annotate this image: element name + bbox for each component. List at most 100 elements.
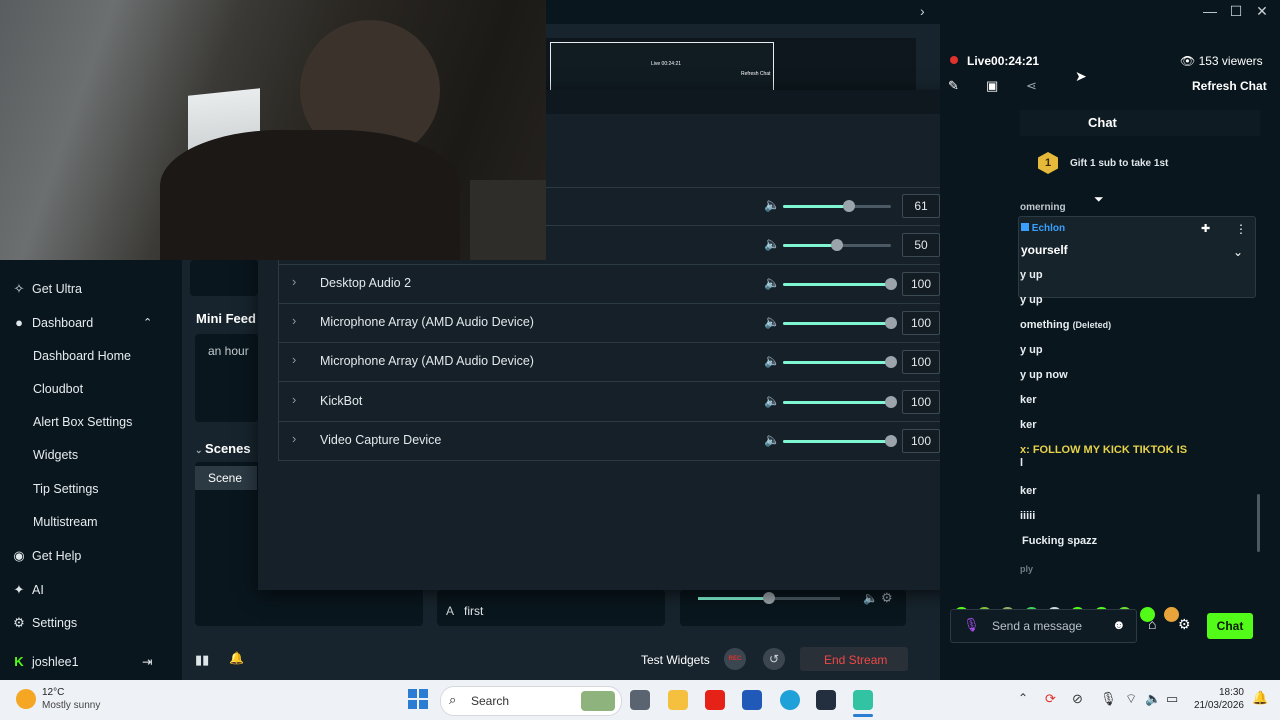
- scroll-down-icon[interactable]: ⏷: [1094, 192, 1104, 207]
- volume-knob[interactable]: [885, 395, 897, 408]
- tray-chevron-icon[interactable]: ⌃: [1018, 691, 1028, 705]
- expand-chevron-icon[interactable]: ›: [292, 274, 296, 289]
- speaker-icon[interactable]: 🔈: [764, 197, 780, 213]
- sidebar-item-settings[interactable]: ⚙ Settings: [12, 615, 77, 631]
- volume-slider[interactable]: [783, 395, 897, 408]
- youtube-icon[interactable]: [705, 690, 725, 710]
- notification-bell-icon[interactable]: 🔔: [1252, 690, 1268, 706]
- taskbar-search[interactable]: ⌕ Search: [440, 686, 622, 716]
- volume-knob[interactable]: [831, 239, 843, 252]
- bell-icon[interactable]: 🔔: [229, 651, 244, 665]
- emote-icon[interactable]: [1164, 607, 1179, 622]
- microphone-icon[interactable]: 🎙: [963, 617, 980, 633]
- volume-slider[interactable]: [783, 278, 897, 291]
- volume-icon[interactable]: 🔈: [1145, 691, 1161, 707]
- volume-value[interactable]: 100: [902, 350, 940, 375]
- end-stream-button[interactable]: End Stream: [800, 647, 908, 671]
- logout-icon[interactable]: ⇥: [142, 654, 152, 669]
- file-explorer-icon[interactable]: [668, 690, 688, 710]
- sidebar-item-alert-box-settings[interactable]: Alert Box Settings: [33, 415, 132, 429]
- weather-temp[interactable]: 12°C: [42, 687, 64, 698]
- bottom-mixer-knob[interactable]: [763, 592, 775, 604]
- sidebar-item-widgets[interactable]: Widgets: [33, 448, 78, 462]
- expand-chevron-icon[interactable]: ›: [292, 392, 296, 407]
- volume-knob[interactable]: [885, 356, 897, 369]
- volume-slider[interactable]: [783, 317, 897, 330]
- replay-icon[interactable]: ↺: [763, 648, 785, 670]
- chat-input-box[interactable]: 🎙 Send a message ☻: [950, 609, 1137, 643]
- speaker-icon[interactable]: 🔈: [764, 353, 780, 369]
- clock-time[interactable]: 18:30: [1210, 687, 1244, 698]
- test-widgets-button[interactable]: Test Widgets: [641, 653, 710, 667]
- weather-sun-icon[interactable]: [16, 689, 36, 709]
- speaker-icon[interactable]: 🔈: [764, 236, 780, 252]
- store-app-icon[interactable]: [742, 690, 762, 710]
- volume-slider[interactable]: [783, 200, 891, 212]
- caret-down-icon[interactable]: ⌄: [195, 445, 205, 455]
- emoji-icon[interactable]: ☻: [1112, 617, 1126, 632]
- weather-desc[interactable]: Mostly sunny: [42, 700, 100, 711]
- pin-icon[interactable]: ✚: [1201, 222, 1210, 235]
- tray-network-off-icon[interactable]: ⊘: [1072, 691, 1083, 707]
- expand-chevron-icon[interactable]: ›: [292, 313, 296, 328]
- volume-knob[interactable]: [842, 200, 855, 212]
- chat-scrollbar[interactable]: [1257, 494, 1260, 552]
- chat-settings-icon[interactable]: ⚙: [1178, 616, 1191, 633]
- chat-input-placeholder[interactable]: Send a message: [992, 619, 1082, 633]
- chevron-up-icon[interactable]: ⌃: [143, 316, 152, 329]
- volume-knob[interactable]: [885, 317, 897, 330]
- speaker-icon[interactable]: 🔈: [764, 314, 780, 330]
- expand-chevron-icon[interactable]: ›: [292, 431, 296, 446]
- tray-app-icon[interactable]: ⟳: [1045, 691, 1056, 707]
- edit-icon[interactable]: ✎: [948, 78, 959, 94]
- share-icon[interactable]: ⋖: [1026, 78, 1037, 94]
- store-icon[interactable]: ⌂: [1148, 616, 1156, 632]
- sidebar-item-cloudbot[interactable]: Cloudbot: [33, 382, 83, 396]
- volume-knob[interactable]: [885, 278, 897, 291]
- close-icon[interactable]: ✕: [1250, 3, 1274, 20]
- speaker-icon[interactable]: 🔈: [764, 432, 780, 448]
- sidebar-item-dashboard[interactable]: ● Dashboard ⌃: [12, 315, 162, 330]
- volume-value[interactable]: 61: [902, 194, 940, 218]
- bottom-mixer-slider[interactable]: [698, 592, 840, 604]
- user-profile[interactable]: Kjoshlee1 ⇥: [12, 654, 168, 669]
- streamlabs-icon[interactable]: [853, 690, 873, 710]
- maximize-icon[interactable]: ☐: [1224, 3, 1248, 20]
- speaker-icon[interactable]: 🔈: [863, 591, 878, 605]
- speaker-icon[interactable]: 🔈: [764, 393, 780, 409]
- volume-value[interactable]: 100: [902, 272, 940, 297]
- rec-button[interactable]: REC: [724, 648, 746, 670]
- minimize-icon[interactable]: —: [1198, 3, 1222, 19]
- sidebar-item-get-ultra[interactable]: ✧ Get Ultra: [12, 281, 82, 297]
- volume-value[interactable]: 100: [902, 428, 940, 453]
- gear-icon[interactable]: ⚙: [881, 590, 893, 606]
- broadcast-icon[interactable]: ▣: [986, 78, 998, 94]
- expand-chevron-icon[interactable]: ›: [292, 352, 296, 367]
- more-options-icon[interactable]: ⋮: [1235, 222, 1247, 236]
- volume-slider[interactable]: [783, 239, 891, 252]
- task-view-icon[interactable]: [630, 690, 650, 710]
- volume-slider[interactable]: [783, 356, 897, 369]
- tray-microphone-icon[interactable]: 🎙: [1100, 691, 1117, 707]
- preview-selection[interactable]: Live 00:24:21 Refresh Chat: [550, 42, 774, 92]
- refresh-chat-button[interactable]: Refresh Chat: [1192, 79, 1267, 93]
- volume-slider[interactable]: [783, 434, 897, 447]
- clock-date[interactable]: 21/03/2026: [1192, 700, 1244, 711]
- chevron-right-icon[interactable]: ›: [920, 3, 925, 19]
- stats-icon[interactable]: ▮▮: [195, 652, 209, 668]
- battery-icon[interactable]: ▭: [1166, 691, 1178, 707]
- edge-icon[interactable]: [780, 690, 800, 710]
- scene-item[interactable]: Scene: [195, 466, 257, 490]
- amazon-icon[interactable]: [816, 690, 836, 710]
- volume-value[interactable]: 100: [902, 311, 940, 336]
- send-chat-button[interactable]: Chat: [1207, 613, 1253, 639]
- volume-value[interactable]: 100: [902, 389, 940, 414]
- expand-chevron-icon[interactable]: ⌄: [1233, 245, 1243, 259]
- speaker-icon[interactable]: 🔈: [764, 275, 780, 291]
- sidebar-item-multistream[interactable]: Multistream: [33, 515, 98, 529]
- sidebar-item-tip-settings[interactable]: Tip Settings: [33, 482, 99, 496]
- sidebar-item-dashboard-home[interactable]: Dashboard Home: [33, 349, 131, 363]
- windows-start-icon[interactable]: [408, 689, 428, 709]
- source-item-label[interactable]: first: [464, 604, 483, 618]
- volume-value[interactable]: 50: [902, 233, 940, 258]
